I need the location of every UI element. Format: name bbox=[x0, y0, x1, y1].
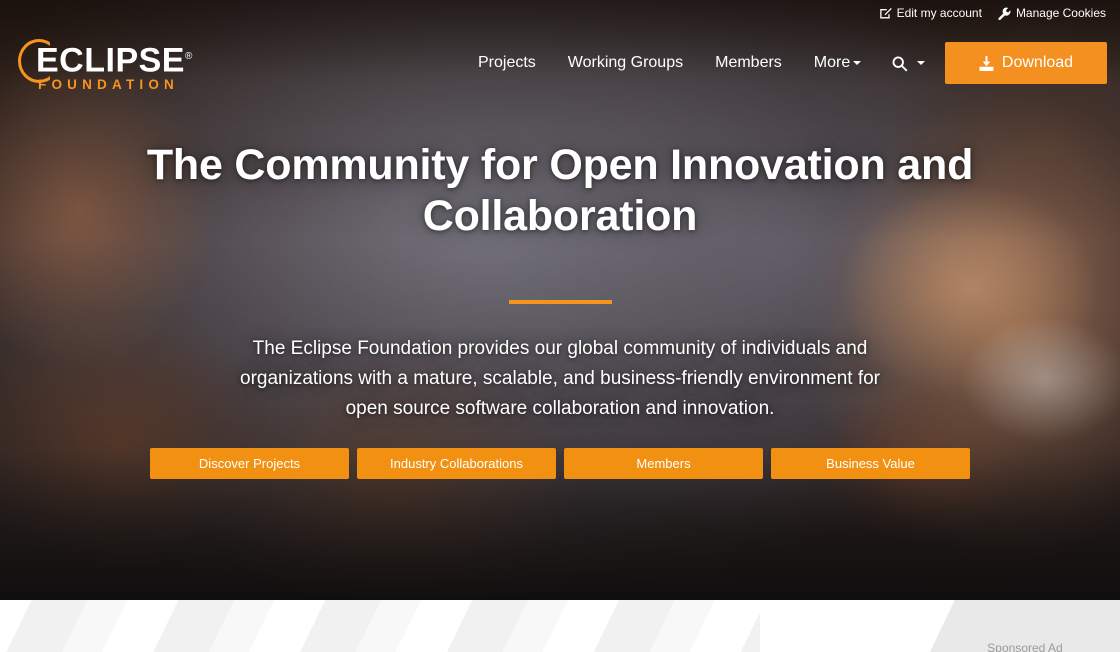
nav-search-toggle[interactable] bbox=[877, 55, 939, 72]
nav-item-working-groups[interactable]: Working Groups bbox=[552, 26, 699, 100]
edit-pencil-icon bbox=[879, 7, 892, 20]
sponsored-ad-label: Sponsored Ad bbox=[987, 641, 1063, 652]
eclipse-foundation-logo[interactable]: ECLIPSE® FOUNDATION bbox=[12, 34, 202, 96]
manage-cookies-label: Manage Cookies bbox=[1015, 6, 1106, 20]
diagonal-stripes-decoration bbox=[0, 600, 760, 652]
download-icon bbox=[979, 55, 994, 71]
main-navigation: ECLIPSE® FOUNDATION Projects Working Gro… bbox=[0, 26, 1120, 100]
download-button[interactable]: Download bbox=[945, 42, 1107, 84]
logo-wordmark-primary: ECLIPSE® bbox=[36, 36, 193, 81]
nav-item-more-label: More bbox=[813, 54, 851, 71]
nav-links: Projects Working Groups Members More bbox=[462, 26, 939, 100]
nav-item-projects[interactable]: Projects bbox=[462, 26, 552, 100]
utility-bar: Edit my account Manage Cookies bbox=[0, 0, 1120, 26]
logo-eclipse-text: ECLIPSE bbox=[36, 41, 185, 80]
search-icon bbox=[892, 56, 908, 71]
hero-cta-group: Discover Projects Industry Collaboration… bbox=[0, 448, 1120, 479]
page-root: Edit my account Manage Cookies ECLIPSE® … bbox=[0, 0, 1120, 652]
discover-projects-button[interactable]: Discover Projects bbox=[150, 448, 349, 479]
registered-trademark-icon: ® bbox=[184, 51, 193, 62]
edit-my-account-label: Edit my account bbox=[896, 6, 982, 20]
hero-subtitle: The Eclipse Foundation provides our glob… bbox=[240, 338, 880, 419]
nav-item-more[interactable]: More bbox=[798, 26, 877, 100]
edit-my-account-link[interactable]: Edit my account bbox=[879, 7, 982, 20]
page-title: The Community for Open Innovation and Co… bbox=[146, 141, 974, 240]
hero-content: The Community for Open Innovation and Co… bbox=[0, 140, 1120, 479]
below-hero-section: Sponsored Ad bbox=[0, 600, 1120, 652]
sponsored-ad-panel[interactable]: Sponsored Ad bbox=[930, 600, 1120, 652]
hero-divider bbox=[508, 300, 612, 304]
wrench-icon bbox=[998, 6, 1011, 20]
chevron-down-icon bbox=[853, 60, 862, 65]
logo-wordmark-secondary: FOUNDATION bbox=[38, 77, 179, 92]
industry-collaborations-button[interactable]: Industry Collaborations bbox=[357, 448, 556, 479]
manage-cookies-link[interactable]: Manage Cookies bbox=[998, 6, 1106, 20]
search-chevron-down-icon bbox=[917, 61, 926, 65]
members-button[interactable]: Members bbox=[564, 448, 763, 479]
business-value-button[interactable]: Business Value bbox=[771, 448, 970, 479]
download-button-label: Download bbox=[1001, 54, 1074, 71]
nav-item-members[interactable]: Members bbox=[699, 26, 798, 100]
